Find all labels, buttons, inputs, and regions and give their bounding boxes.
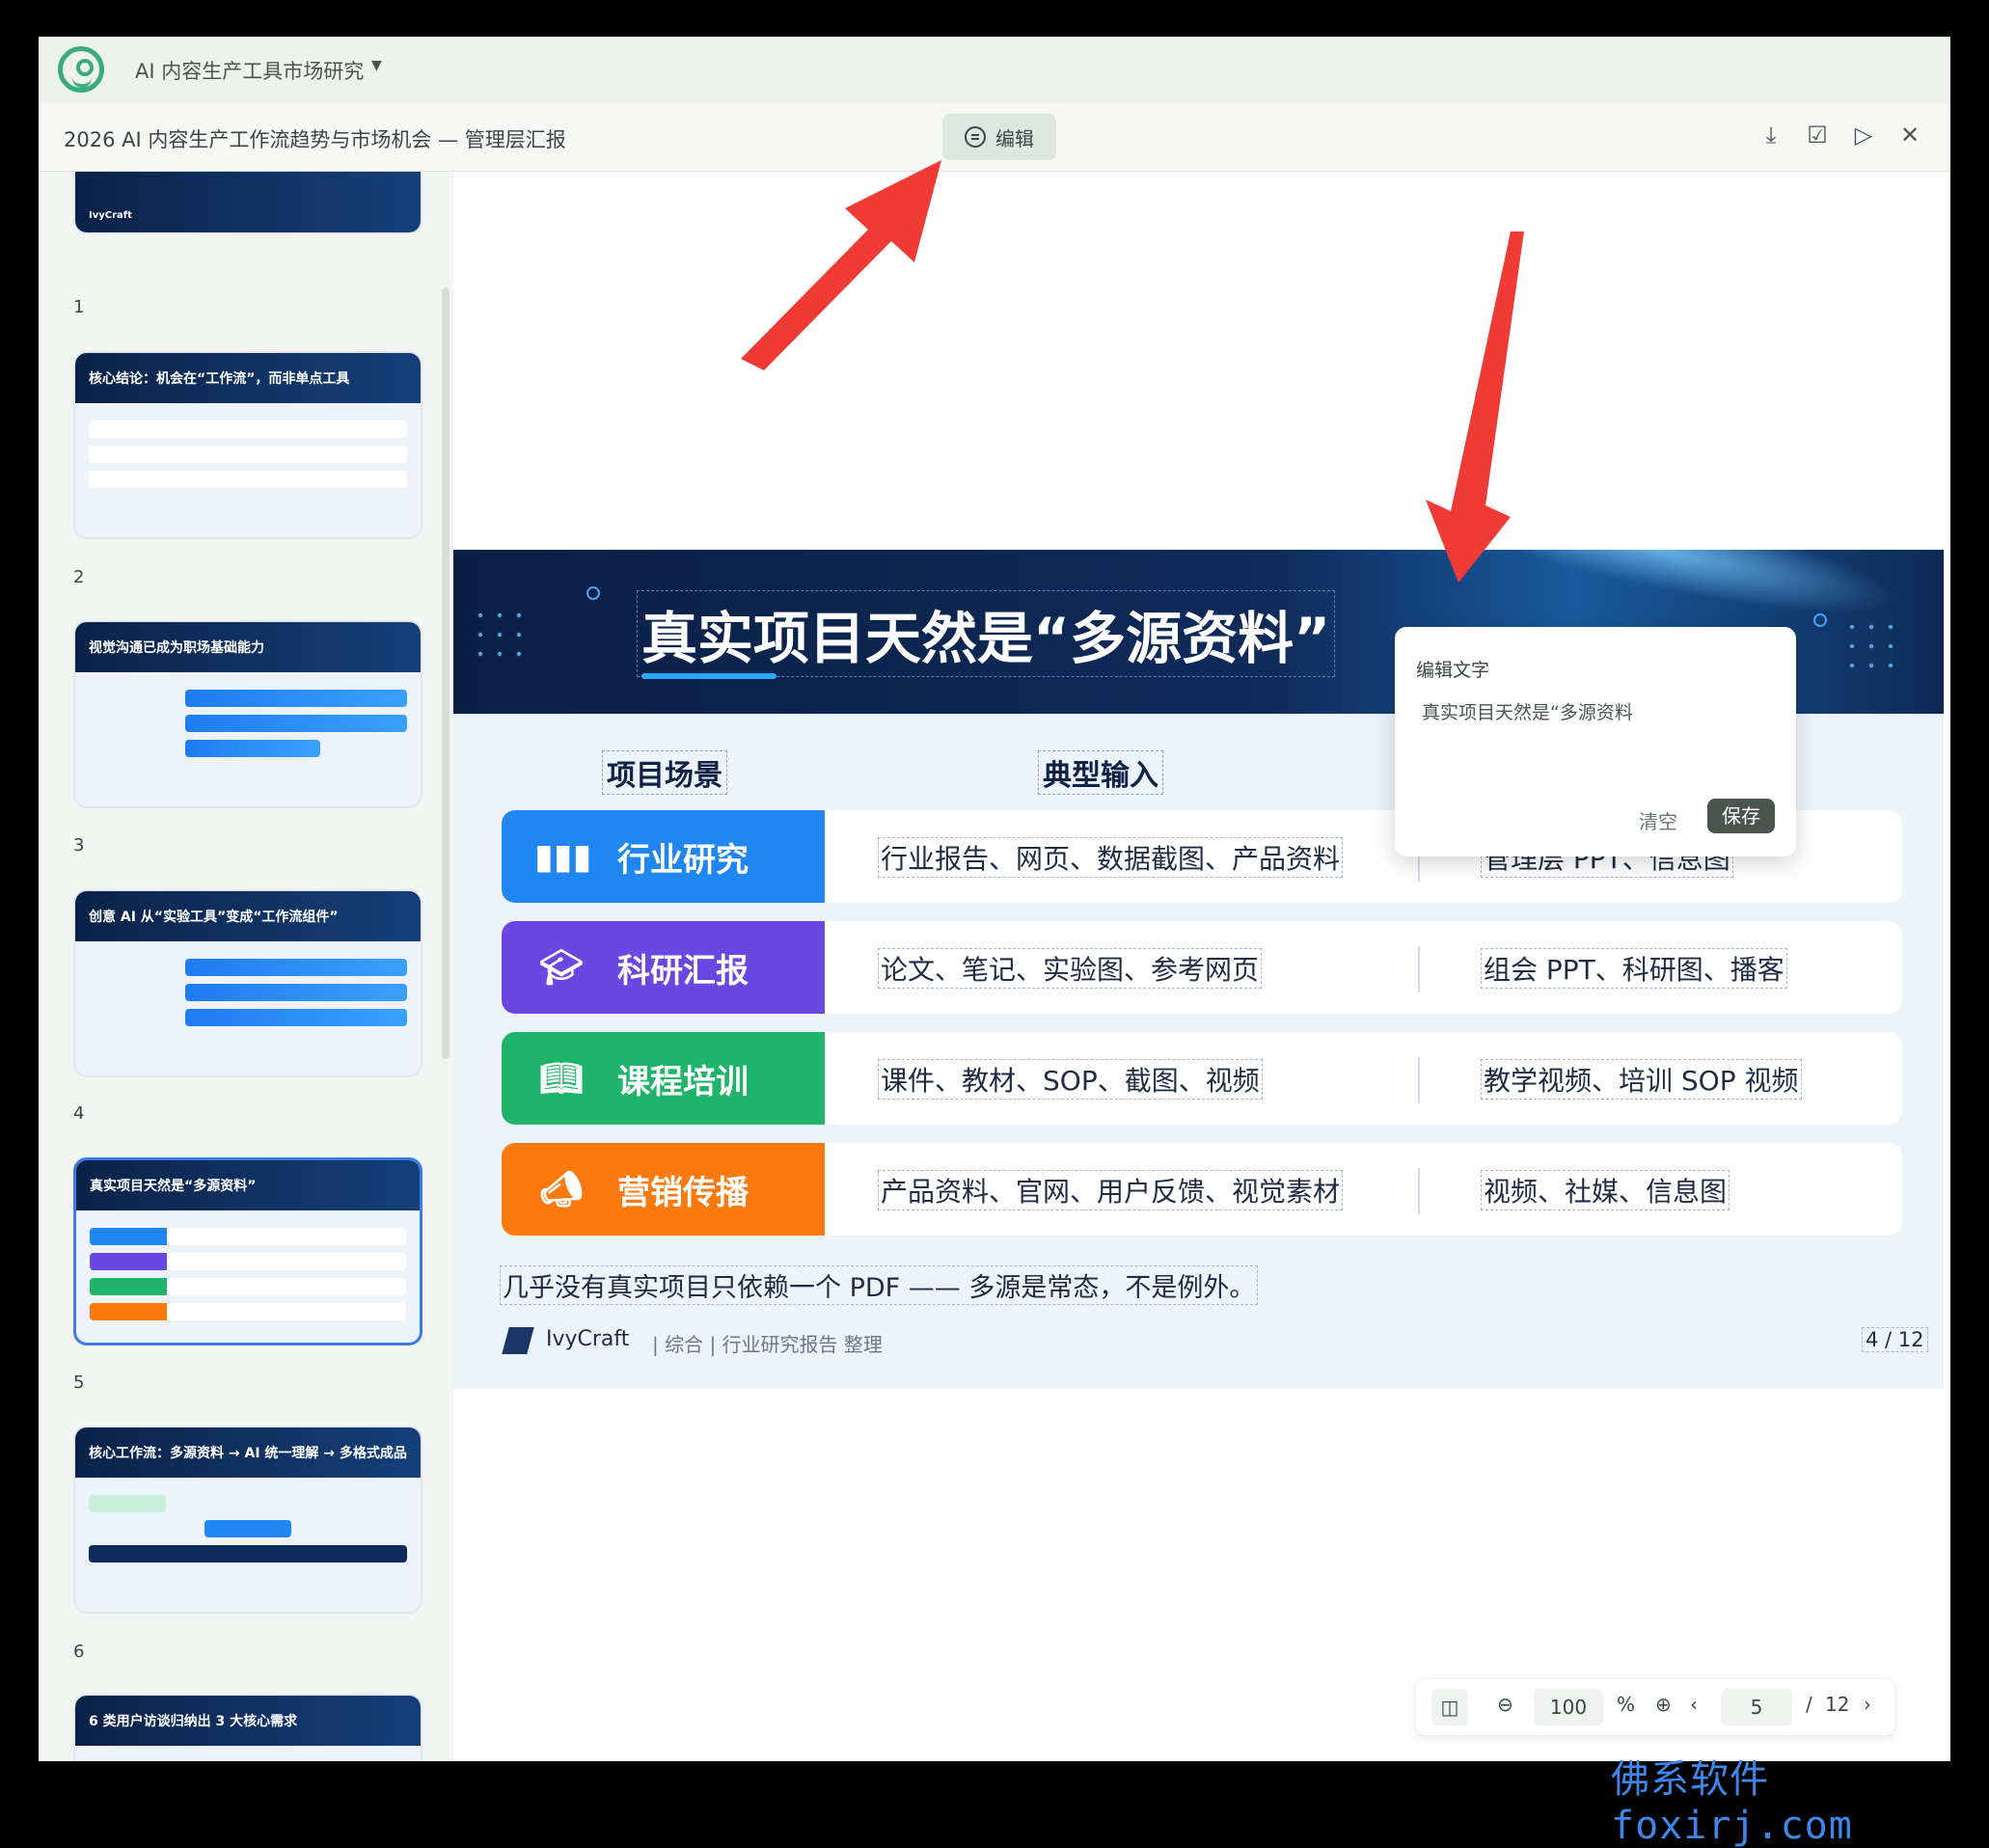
book-icon: 📖︎ [539,1059,584,1099]
thumbnail-6[interactable]: 核心工作流：多源资料 → AI 统一理解 → 多格式成品 [73,1426,422,1614]
thumbnail-7[interactable]: 6 类用户访谈归纳出 3 大核心需求 [73,1694,422,1761]
scenario-tag[interactable]: 📖︎ 课程培训 [502,1032,825,1125]
page-separator: / [1806,1693,1812,1716]
scenario-label: 营销传播 [617,1173,749,1212]
scenario-output[interactable]: 视频、社媒、信息图 [1481,1170,1730,1210]
thumbnail-number: 1 [73,297,85,317]
clear-button[interactable]: 清空 [1639,806,1677,834]
app-window: AI 内容生产工具市场研究 ▼ 2026 AI 内容生产工作流趋势与市场机会 —… [39,37,1950,1761]
zoom-percent: % [1617,1693,1636,1716]
prev-page-icon[interactable]: ‹ [1690,1693,1698,1716]
thumbnail-title: 创意 AI 从“实验工具”变成“工作流组件” [75,891,421,941]
zoom-level-input[interactable]: 100 [1534,1689,1603,1726]
app-logo-icon[interactable] [58,46,104,93]
scenario-label: 课程培训 [617,1062,749,1101]
scenario-tag[interactable]: 🎓︎ 科研汇报 [502,921,825,1014]
zoom-toolbar: ◫ ⊖ 100 % ⊕ ‹ 5 / 12 › [1416,1679,1894,1735]
close-icon[interactable]: ✕ [1896,122,1923,149]
play-icon[interactable]: ▷ [1850,122,1877,149]
zoom-in-icon[interactable]: ⊕ [1655,1693,1672,1716]
thumbnail-title: 核心工作流：多源资料 → AI 统一理解 → 多格式成品 [75,1427,421,1478]
scenario-input[interactable]: 论文、笔记、实验图、参考网页 [878,948,1263,989]
slide-note[interactable]: 几乎没有真实项目只依赖一个 PDF —— 多源是常态，不是例外。 [500,1265,1259,1305]
thumbnail-2[interactable]: 核心结论：机会在“工作流”，而非单点工具 [73,351,422,539]
project-title[interactable]: AI 内容生产工具市场研究 [135,56,364,85]
ivycraft-logo-icon [502,1327,534,1354]
thumbnail-title: IvyCraft [75,172,421,232]
scenario-row: 📣︎ 营销传播 产品资料、官网、用户反馈、视觉素材 视频、社媒、信息图 [502,1143,1902,1236]
column-header-scene[interactable]: 项目场景 [602,750,727,795]
thumbnail-number: 6 [73,1642,85,1662]
document-title: 2026 AI 内容生产工作流趋势与市场机会 — 管理层汇报 [64,128,566,151]
footer-brand[interactable]: IvyCraft [546,1327,629,1351]
column-header-input[interactable]: 典型输入 [1038,750,1163,795]
thumbnail-3[interactable]: 视觉沟通已成为职场基础能力 [73,620,422,808]
app-bar: AI 内容生产工具市场研究 ▼ [39,37,1950,102]
zoom-out-icon[interactable]: ⊖ [1497,1693,1513,1716]
slide-title[interactable]: 真实项目天然是“多源资料” [637,590,1336,677]
slide-canvas[interactable]: 真实项目天然是“多源资料” 项目场景 典型输入 ▮▮▮ 行业研究 行业报告、网页… [453,172,1950,1761]
sidebar-scrollbar[interactable] [442,287,450,1059]
footer-source[interactable]: | 综合 | 行业研究报告 整理 [652,1329,883,1357]
scenario-input[interactable]: 课件、教材、SOP、截图、视频 [878,1059,1263,1100]
bar-chart-icon: ▮▮▮ [534,836,592,877]
thumbnail-number: 3 [73,835,85,856]
comment-icon [965,126,986,148]
thumbnail-1[interactable]: IvyCraft [73,172,422,234]
scenario-output[interactable]: 组会 PPT、科研图、播客 [1481,948,1787,989]
scenario-label: 行业研究 [617,840,749,880]
thumbnail-4[interactable]: 创意 AI 从“实验工具”变成“工作流组件” [73,889,422,1077]
thumbnail-number: 4 [73,1103,85,1124]
scenario-label: 科研汇报 [617,951,749,991]
document-header: 2026 AI 内容生产工作流趋势与市场机会 — 管理层汇报 编辑 ⤓ ☑ ▷ … [39,102,1950,172]
thumbnail-5-selected[interactable]: 真实项目天然是“多源资料” [73,1157,422,1345]
thumbnail-title: 视觉沟通已成为职场基础能力 [75,622,421,672]
thumbnail-title: 核心结论：机会在“工作流”，而非单点工具 [75,353,421,403]
megaphone-icon: 📣︎ [539,1170,584,1209]
next-page-icon[interactable]: › [1864,1693,1871,1716]
scenario-output[interactable]: 教学视频、培训 SOP 视频 [1481,1059,1802,1100]
scenario-row: 📖︎ 课程培训 课件、教材、SOP、截图、视频 教学视频、培训 SOP 视频 [502,1032,1902,1125]
thumbnail-title: 6 类用户访谈归纳出 3 大核心需求 [75,1696,421,1746]
thumbnail-title: 真实项目天然是“多源资料” [76,1160,420,1210]
chevron-down-icon[interactable]: ▼ [371,58,382,73]
edit-text-input[interactable]: 真实项目天然是“多源资料 [1422,698,1633,724]
check-square-icon[interactable]: ☑ [1804,122,1831,149]
scenario-input[interactable]: 产品资料、官网、用户反馈、视觉素材 [878,1170,1344,1210]
page-total: 12 [1825,1693,1850,1716]
slide-thumbnail-sidebar[interactable]: IvyCraft 1 核心结论：机会在“工作流”，而非单点工具 2 视觉沟通已成… [39,172,453,1761]
download-icon[interactable]: ⤓ [1757,122,1785,149]
save-button[interactable]: 保存 [1707,799,1775,833]
scenario-input[interactable]: 行业报告、网页、数据截图、产品资料 [878,837,1344,878]
graduation-cap-icon: 🎓︎ [539,948,584,988]
scenario-row: 🎓︎ 科研汇报 论文、笔记、实验图、参考网页 组会 PPT、科研图、播客 [502,921,1902,1014]
thumbnail-number: 5 [73,1372,85,1393]
edit-text-popup: 编辑文字 真实项目天然是“多源资料 清空 保存 [1395,627,1796,856]
page-input[interactable]: 5 [1721,1689,1792,1726]
watermark: 佛系软件foxirj.com [1611,1757,1853,1848]
scenario-tag[interactable]: ▮▮▮ 行业研究 [502,810,825,903]
popup-title: 编辑文字 [1416,660,1490,681]
sidebar-toggle-icon[interactable]: ◫ [1431,1689,1468,1726]
footer-page-number[interactable]: 4 / 12 [1862,1327,1928,1352]
edit-button-label: 编辑 [995,126,1034,150]
scenario-tag[interactable]: 📣︎ 营销传播 [502,1143,825,1236]
thumbnail-number: 2 [73,567,85,587]
edit-button[interactable]: 编辑 [942,114,1056,160]
